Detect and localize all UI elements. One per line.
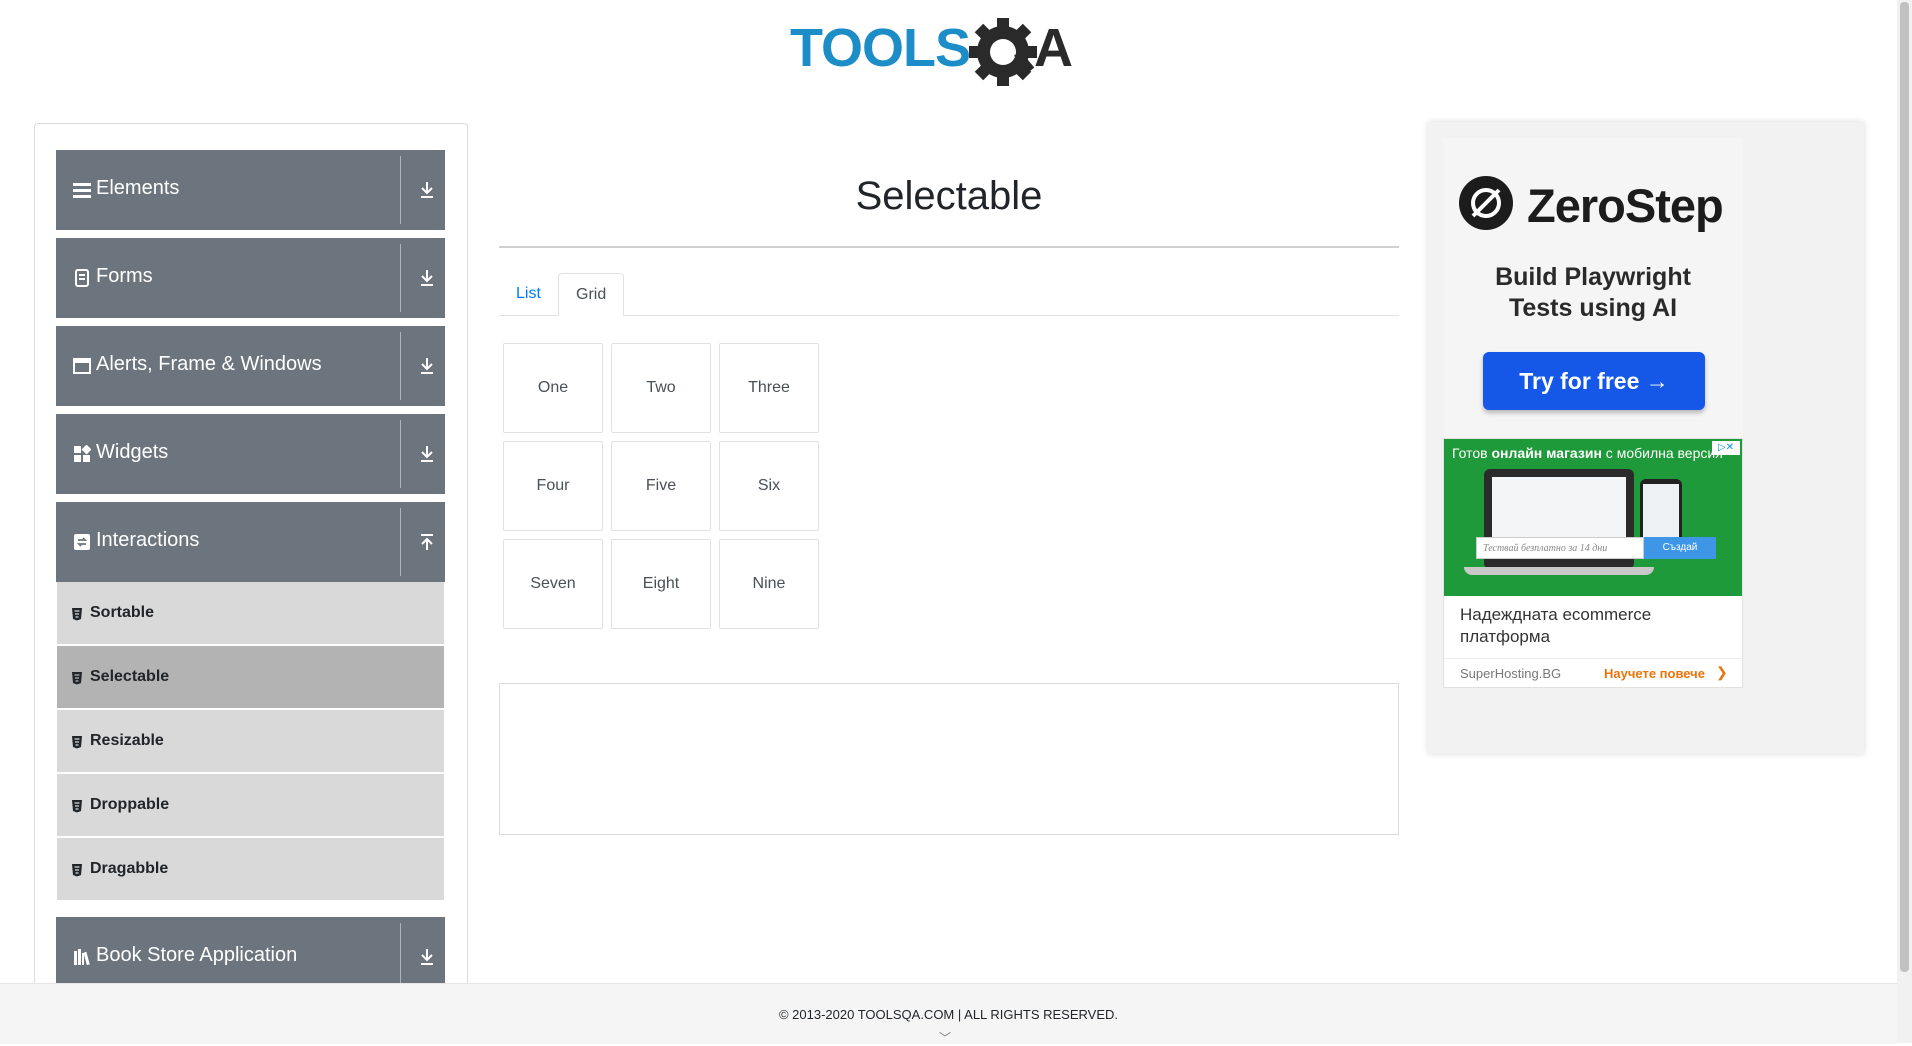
tab-bar: List Grid bbox=[499, 273, 1399, 316]
sidebar-group-label: Forms bbox=[96, 265, 153, 287]
grid-item-four[interactable]: Four bbox=[503, 441, 603, 531]
ad-banner-footer: SuperHosting.BG Научете повече ❯ bbox=[1444, 658, 1742, 688]
chevron-down-icon[interactable]: ﹀ bbox=[939, 1029, 951, 1046]
sidebar-item-sortable[interactable]: Sortable bbox=[57, 582, 444, 645]
title-divider bbox=[499, 246, 1399, 248]
ad-learn-more-link[interactable]: Научете повече bbox=[1604, 666, 1705, 681]
divider bbox=[400, 156, 401, 224]
sidebar-group-forms[interactable]: Forms bbox=[56, 238, 445, 318]
divider bbox=[400, 244, 401, 312]
html5-icon bbox=[72, 800, 82, 813]
tab-list[interactable]: List bbox=[499, 273, 558, 315]
sidebar-group-label: Alerts, Frame & Windows bbox=[96, 353, 322, 375]
advertisement-panel: ZeroStep Build Playwright Tests using AI… bbox=[1428, 122, 1864, 754]
download-arrow-icon[interactable] bbox=[418, 356, 436, 376]
ad-tagline-line1: Build Playwright bbox=[1495, 263, 1691, 291]
chevron-right-icon: ❯ bbox=[1716, 664, 1728, 680]
sidebar-group-label: Elements bbox=[96, 177, 180, 199]
download-arrow-icon[interactable] bbox=[418, 947, 436, 967]
grid-item-two[interactable]: Two bbox=[611, 343, 711, 433]
html5-icon bbox=[72, 608, 82, 621]
sidebar-item-selectable[interactable]: Selectable bbox=[57, 646, 444, 709]
divider bbox=[400, 332, 401, 400]
html5-icon bbox=[72, 672, 82, 685]
document-icon bbox=[75, 269, 89, 287]
window-icon bbox=[73, 358, 91, 374]
sidebar-group-label: Widgets bbox=[96, 441, 169, 463]
grid-item-eight[interactable]: Eight bbox=[611, 539, 711, 629]
sidebar-group-alerts-frame-windows[interactable]: Alerts, Frame & Windows bbox=[56, 326, 445, 406]
books-icon bbox=[74, 949, 90, 966]
download-arrow-icon[interactable] bbox=[418, 444, 436, 464]
sidebar-item-label: Selectable bbox=[90, 668, 170, 685]
vertical-scrollbar[interactable] bbox=[1897, 0, 1912, 1043]
html5-icon bbox=[72, 736, 82, 749]
ad-banner-text: Надеждната ecommerce платформа bbox=[1460, 605, 1652, 646]
sidebar-item-label: Resizable bbox=[90, 732, 164, 749]
zerostep-ad[interactable]: ZeroStep Build Playwright Tests using AI… bbox=[1443, 138, 1743, 438]
grid-item-five[interactable]: Five bbox=[611, 441, 711, 531]
scrollbar-thumb[interactable] bbox=[1900, 2, 1909, 972]
menu-icon bbox=[73, 183, 91, 198]
superhosting-ad[interactable]: Готов онлайн магазин с мобилна версия Те… bbox=[1443, 438, 1743, 688]
divider bbox=[400, 508, 401, 576]
ad-close-icon[interactable]: ▷✕ bbox=[1712, 441, 1740, 455]
html5-icon bbox=[72, 864, 82, 877]
grid-item-six[interactable]: Six bbox=[719, 441, 819, 531]
divider bbox=[400, 923, 401, 991]
upload-arrow-icon[interactable] bbox=[418, 532, 436, 552]
sidebar-item-label: Sortable bbox=[90, 604, 155, 621]
ad-search-button: Създай bbox=[1644, 537, 1716, 559]
ad-brand: ZeroStep bbox=[1527, 179, 1724, 232]
grid-item-nine[interactable]: Nine bbox=[719, 539, 819, 629]
try-for-free-button[interactable]: Try for free → bbox=[1483, 352, 1705, 410]
ad-placeholder-box bbox=[499, 683, 1399, 835]
footer: © 2013-2020 TOOLSQA.COM | ALL RIGHTS RES… bbox=[0, 983, 1897, 1046]
sidebar-group-label: Book Store Application bbox=[96, 944, 298, 966]
svg-text:A: A bbox=[1034, 18, 1073, 78]
sidebar-item-resizable[interactable]: Resizable bbox=[57, 710, 444, 773]
zerostep-logo-icon bbox=[1459, 176, 1513, 230]
divider bbox=[400, 420, 401, 488]
sidebar-item-label: Dragabble bbox=[90, 860, 169, 877]
grid-item-three[interactable]: Three bbox=[719, 343, 819, 433]
download-arrow-icon[interactable] bbox=[418, 180, 436, 200]
download-arrow-icon[interactable] bbox=[418, 268, 436, 288]
sidebar-item-label: Droppable bbox=[90, 796, 170, 813]
sidebar-group-elements[interactable]: Elements bbox=[56, 150, 445, 230]
toolsqa-logo[interactable]: TOOLS A bbox=[788, 14, 1112, 94]
sidebar-group-interactions[interactable]: Interactions bbox=[56, 502, 445, 582]
ad-tagline-line2: Tests using AI bbox=[1508, 294, 1678, 322]
interactions-icon bbox=[74, 534, 90, 550]
sidebar-item-dragabble[interactable]: Dragabble bbox=[57, 838, 444, 901]
sidebar-group-label: Interactions bbox=[96, 529, 200, 551]
ad-search-field: Тествай безплатно за 14 дни bbox=[1476, 537, 1644, 559]
header: TOOLS A bbox=[0, 0, 1897, 110]
laptop-base bbox=[1464, 567, 1654, 575]
widgets-icon bbox=[74, 445, 91, 462]
sidebar-group-widgets[interactable]: Widgets bbox=[56, 414, 445, 494]
page-title: Selectable bbox=[855, 174, 1043, 218]
logo-tools-text: TOOLS bbox=[790, 18, 970, 78]
sidebar-item-droppable[interactable]: Droppable bbox=[57, 774, 444, 837]
copyright-text: © 2013-2020 TOOLSQA.COM | ALL RIGHTS RES… bbox=[778, 1007, 1119, 1022]
tab-grid[interactable]: Grid bbox=[558, 273, 625, 316]
ad-source: SuperHosting.BG bbox=[1460, 666, 1562, 681]
left-panel: Elements Forms Alerts, Frame & Windows W… bbox=[34, 123, 468, 1023]
grid-item-one[interactable]: One bbox=[503, 343, 603, 433]
gear-icon bbox=[969, 18, 1037, 86]
ad-banner-headline: Готов онлайн магазин с мобилна версия bbox=[1452, 445, 1723, 461]
grid-item-seven[interactable]: Seven bbox=[503, 539, 603, 629]
ad-banner-image: Готов онлайн магазин с мобилна версия Те… bbox=[1444, 439, 1742, 596]
ad-tagline: Build Playwright Tests using AI bbox=[1443, 262, 1743, 324]
